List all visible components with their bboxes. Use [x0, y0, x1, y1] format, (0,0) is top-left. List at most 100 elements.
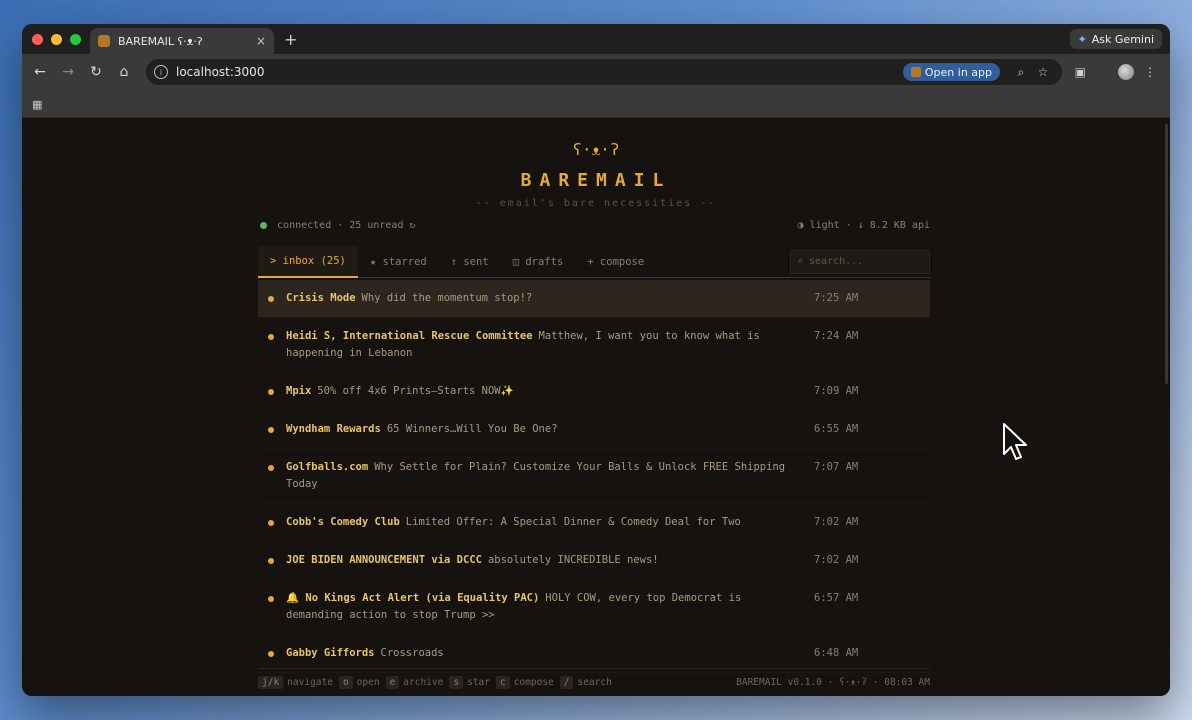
kbd-key: c [495, 676, 510, 689]
email-list: Crisis Mode Why did the momentum stop!? 7… [258, 280, 930, 673]
shortcut-label: compose [513, 677, 554, 688]
shortcut-archive: e archive [385, 676, 444, 689]
tab-drafts[interactable]: ◫ drafts [501, 246, 576, 278]
page-scrollbar[interactable] [1165, 124, 1168, 384]
email-sender: Golfballs.com [286, 461, 369, 473]
tab-compose[interactable]: + compose [575, 246, 656, 278]
refresh-icon[interactable]: ↻ [410, 220, 416, 231]
unread-count: · 25 unread [337, 220, 404, 231]
close-tab-icon[interactable]: × [256, 34, 266, 48]
menu-kebab-icon[interactable]: ⋮ [1144, 65, 1156, 79]
email-row[interactable]: Golfballs.com Why Settle for Plain? Custo… [258, 449, 930, 504]
browser-tab[interactable]: BAREMAIL ʕ·ᴥ·ʔ × [90, 28, 274, 54]
site-info-icon[interactable]: i [154, 65, 168, 79]
shortcut-label: star [467, 677, 490, 688]
address-bar[interactable]: i localhost:3000 Open in app ⌕ ☆ [146, 59, 1062, 85]
email-time: 6:55 AM [814, 423, 859, 435]
shortcut-open: o open [338, 676, 380, 689]
tab-strip: BAREMAIL ʕ·ᴥ·ʔ × + ✦ Ask Gemini [22, 24, 1170, 54]
traffic-lights [32, 34, 81, 45]
zoom-icon[interactable]: ⌕ [1010, 65, 1032, 80]
email-row[interactable]: JOE BIDEN ANNOUNCEMENT via DCCC absolutel… [258, 542, 930, 580]
search-placeholder: search... [809, 256, 864, 267]
bear-favicon-icon [98, 35, 110, 47]
shortcut-search: / search [559, 676, 612, 689]
email-row[interactable]: 🔔 No Kings Act Alert (via Equality PAC) H… [258, 580, 930, 635]
email-row[interactable]: Heidi S, International Rescue Committee M… [258, 318, 930, 373]
connection-status: connected · 25 unread ↻ [260, 220, 416, 231]
email-subject: absolutely INCREDIBLE news! [487, 554, 659, 566]
apps-grid-icon[interactable]: ▦ [32, 98, 42, 111]
unread-dot-icon [268, 334, 274, 340]
email-sender: Wyndham Rewards [286, 423, 381, 435]
api-usage: · ↓ 8.2 KB api [845, 220, 930, 231]
shortcut-footer: j/k navigate o open e archive s star c compos… [258, 668, 930, 696]
email-subject: 50% off 4x6 Prints—Starts NOW✨ [317, 385, 514, 397]
search-icon: ⌕ [797, 256, 804, 267]
email-time: 7:07 AM [814, 461, 859, 473]
baremail-page: ʕ·ᴥ·ʔ BAREMAIL -- email's bare necessiti… [22, 118, 1170, 696]
unread-dot-icon [268, 465, 274, 471]
email-row[interactable]: Crisis Mode Why did the momentum stop!? 7… [258, 280, 930, 318]
status-right: ◑ light · ↓ 8.2 KB api [798, 220, 930, 231]
tab-inbox[interactable]: > inbox (25) [258, 245, 358, 278]
email-sender: Gabby Giffords [286, 647, 375, 659]
connected-dot-icon [260, 221, 267, 229]
tab-starred[interactable]: ★ starred [358, 246, 439, 278]
email-time: 7:09 AM [814, 385, 859, 397]
shortcut-label: open [356, 677, 380, 688]
kbd-key: j/k [258, 676, 284, 689]
status-bar: connected · 25 unread ↻ ◑ light · ↓ 8.2 … [260, 220, 930, 231]
bear-logo: ʕ·ᴥ·ʔ [572, 140, 620, 159]
tab-title: BAREMAIL ʕ·ᴥ·ʔ [118, 34, 203, 48]
bookmark-star-icon[interactable]: ☆ [1032, 65, 1054, 79]
unread-dot-icon [268, 296, 274, 302]
mail-tabs: > inbox (25) ★ starred ↑ sent ◫ drafts +… [258, 245, 930, 278]
mouse-pointer-icon [1003, 423, 1027, 460]
home-icon[interactable]: ⌂ [110, 64, 138, 80]
tab-search-icon[interactable]: ▣ [1075, 65, 1086, 79]
email-subject: Limited Offer: A Special Dinner & Comedy… [405, 516, 741, 528]
version-info: BAREMAIL v0.1.0 · ʕ·ᴥ·ʔ · 08:03 AM [736, 677, 930, 688]
unread-dot-icon [268, 558, 274, 564]
maximize-window-button[interactable] [70, 34, 81, 45]
shortcut-label: archive [403, 677, 444, 688]
browser-window: BAREMAIL ʕ·ᴥ·ʔ × + ✦ Ask Gemini ← → ↻ ⌂ … [22, 24, 1170, 696]
unread-dot-icon [268, 520, 274, 526]
app-tagline: -- email's bare necessities -- [475, 198, 717, 209]
profile-avatar[interactable] [1118, 64, 1134, 80]
close-window-button[interactable] [32, 34, 43, 45]
search-input[interactable]: ⌕ search... [790, 249, 930, 274]
email-row[interactable]: Cobb's Comedy Club Limited Offer: A Speci… [258, 504, 930, 542]
email-time: 7:24 AM [814, 330, 859, 342]
new-tab-button[interactable]: + [284, 30, 297, 49]
shortcut-compose: c compose [495, 676, 554, 689]
shortcut-navigate: j/k navigate [258, 676, 333, 689]
theme-toggle[interactable]: ◑ light [798, 220, 840, 231]
email-subject: Why did the momentum stop!? [361, 292, 533, 304]
forward-arrow-icon[interactable]: → [54, 64, 82, 80]
minimize-window-button[interactable] [51, 34, 62, 45]
open-in-app-label: Open in app [924, 65, 992, 79]
unread-dot-icon [268, 427, 274, 433]
shortcut-label: navigate [287, 677, 333, 688]
email-time: 6:57 AM [814, 592, 859, 604]
unread-dot-icon [268, 651, 274, 657]
open-in-app-button[interactable]: Open in app [902, 63, 1000, 81]
reload-icon[interactable]: ↻ [82, 64, 110, 80]
email-time: 7:02 AM [814, 516, 859, 528]
email-sender: Crisis Mode [286, 292, 356, 304]
unread-dot-icon [268, 596, 274, 602]
ask-gemini-button[interactable]: ✦ Ask Gemini [1069, 29, 1162, 49]
unread-dot-icon [268, 389, 274, 395]
email-sender: Heidi S, International Rescue Committee [286, 330, 533, 342]
url-text[interactable]: localhost:3000 [176, 65, 903, 79]
email-row[interactable]: Wyndham Rewards 65 Winners…Will You Be On… [258, 411, 930, 449]
email-sender: 🔔 No Kings Act Alert (via Equality PAC) [286, 592, 540, 604]
email-subject: 65 Winners…Will You Be One? [386, 423, 558, 435]
tab-sent[interactable]: ↑ sent [439, 246, 501, 278]
email-row[interactable]: Mpix 50% off 4x6 Prints—Starts NOW✨ 7:09 … [258, 373, 930, 411]
shortcut-star: s star [449, 676, 490, 689]
email-time: 6:48 AM [814, 647, 859, 659]
back-arrow-icon[interactable]: ← [26, 64, 54, 80]
